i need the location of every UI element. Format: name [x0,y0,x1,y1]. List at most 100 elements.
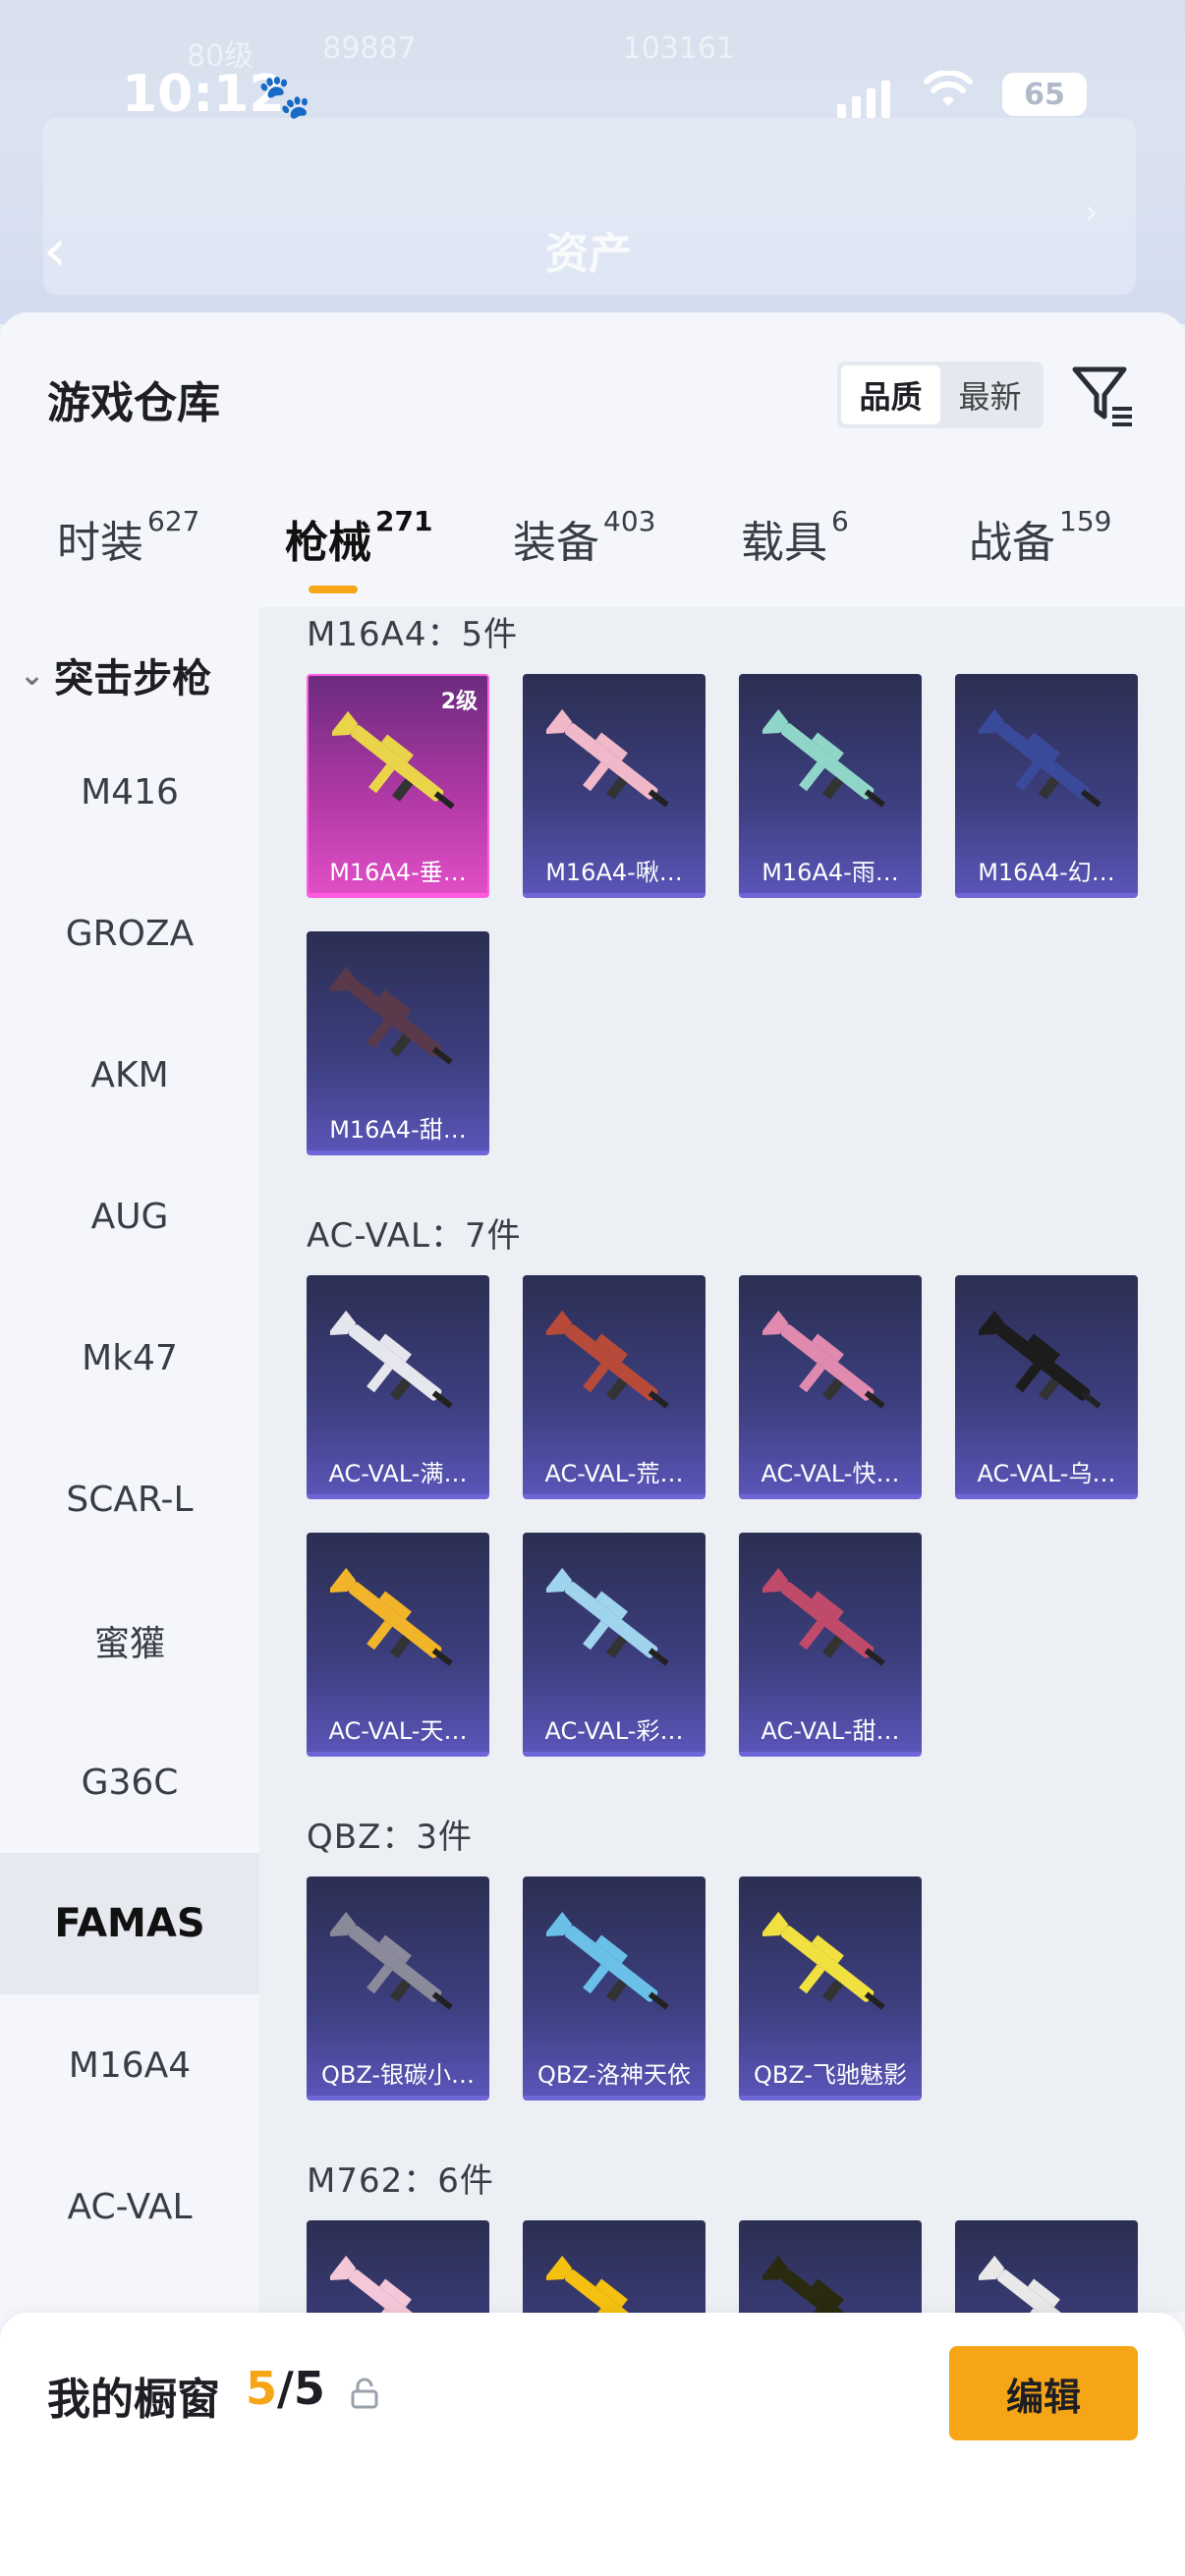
sidebar-item[interactable]: AC-VAL [0,2136,259,2277]
weapon-card[interactable] [523,2220,705,2313]
tab-gear[interactable]: 装备 403 [513,505,656,570]
rifle-icon [330,1911,453,2010]
weapon-card[interactable]: AC-VAL-乌… [955,1275,1138,1499]
sort-toggle: 品质 最新 [837,362,1044,428]
tab-guns[interactable]: 枪械 271 [285,505,432,570]
weapon-name: QBZ-飞驰魅影 [753,2061,908,2089]
active-tab-indicator [309,586,358,593]
weapon-name: AC-VAL-彩… [544,1717,684,1745]
sidebar-category-label: 突击步枪 [54,656,212,701]
sort-newest-button[interactable]: 最新 [940,365,1040,424]
rifle-icon [330,2255,442,2313]
weapon-card[interactable]: AC-VAL-甜… [739,1533,922,1757]
weapon-card[interactable]: M16A4-雨… [739,674,922,898]
rifle-icon [979,2255,1091,2313]
sidebar-item[interactable]: Mk47 [0,1287,259,1428]
group-title: M16A4：5件 [307,615,519,654]
category-tabs: 时装 627 枪械 271 装备 403 载具 6 战备 159 [0,493,1185,611]
weapon-card[interactable]: AC-VAL-荒… [523,1275,705,1499]
weapon-name: M16A4-甜… [329,1116,467,1144]
rifle-icon [546,1567,669,1666]
weapon-card[interactable] [307,2220,489,2313]
chevron-down-icon: ⌄ [20,657,45,693]
tab-count: 159 [1059,505,1112,537]
weapon-card[interactable]: M16A4-啾… [523,674,705,898]
weapon-name: AC-VAL-甜… [761,1717,900,1745]
weapon-card[interactable]: AC-VAL-彩… [523,1533,705,1757]
showcase-count: 5/5 [246,2362,325,2415]
paw-icon: 🐾 [257,72,311,122]
weapon-name: M16A4-垂… [329,859,467,886]
sidebar-item[interactable]: AUG [0,1146,259,1287]
weapon-name: AC-VAL-荒… [544,1460,684,1487]
lock-icon [351,2378,378,2409]
weapon-card[interactable] [739,2220,922,2313]
tab-label: 枪械 [285,518,371,568]
sidebar-item[interactable]: FAMAS [0,1853,259,1994]
group-title: M762：6件 [307,2161,494,2201]
sidebar-item[interactable]: AKM [0,1004,259,1146]
tab-label: 战备 [969,518,1055,568]
rifle-icon [762,2255,875,2313]
tab-label: 载具 [741,518,827,568]
tab-count: 6 [831,505,849,537]
rifle-icon [546,1310,669,1409]
sidebar-item[interactable]: 蜜獾 [0,1570,259,1711]
level-badge: 2级 [440,690,478,714]
weapon-card[interactable]: M16A4-幻… [955,674,1138,898]
showcase-label: 我的橱窗 [47,2375,220,2425]
tab-label: 时装 [57,518,143,568]
weapon-sidebar: ⌄ 突击步枪 M416 GROZA AKM AUG Mk47 SCAR-L 蜜獾 G36C FA… [0,607,259,2576]
weapon-grid: M16A4：5件 2级 M16A4-垂… M16A4-啾… M16A4-雨… M16A4-… [259,607,1185,2313]
rifle-icon [330,1567,453,1666]
sidebar-item[interactable]: M416 [0,721,259,863]
showcase-current: 5 [246,2362,278,2415]
rifle-icon [762,1310,885,1409]
back-arrow-icon: ‹ [43,216,67,285]
weapon-name: M16A4-雨… [762,859,899,886]
sort-quality-button[interactable]: 品质 [841,365,940,424]
weapon-name: M16A4-啾… [545,859,683,886]
weapon-card[interactable]: AC-VAL-天… [307,1533,489,1757]
tab-vehicles[interactable]: 载具 6 [741,505,849,570]
tab-count: 403 [603,505,656,537]
weapon-card[interactable]: QBZ-飞驰魅影 [739,1876,922,2100]
showcase-bar: 我的橱窗 5/5 编辑 [0,2313,1185,2576]
weapon-card[interactable]: AC-VAL-快… [739,1275,922,1499]
status-bar: 10:12 🐾 65 [0,61,1185,130]
rifle-icon [546,2255,658,2313]
weapon-card[interactable] [955,2220,1138,2313]
weapon-name: M16A4-幻… [978,859,1115,886]
rifle-icon [979,1310,1101,1409]
weapon-name: AC-VAL-快… [761,1460,900,1487]
tab-label: 装备 [513,518,599,568]
weapon-name: QBZ-洛神天依 [536,2061,692,2089]
tab-supplies[interactable]: 战备 159 [969,505,1112,570]
rifle-icon [762,708,885,808]
rifle-icon [546,708,669,808]
sidebar-category-header[interactable]: ⌄ 突击步枪 [20,646,211,703]
chevron-right-icon: › [1085,193,1099,232]
sidebar-item[interactable]: M16A4 [0,1994,259,2136]
warehouse-sheet: 游戏仓库 品质 最新 时装 627 枪械 271 装备 403 载具 6 战备 159 ⌄… [0,312,1185,2576]
edit-button[interactable]: 编辑 [949,2346,1138,2440]
weapon-name: AC-VAL-乌… [977,1460,1116,1487]
weapon-card[interactable]: QBZ-洛神天依 [523,1876,705,2100]
weapon-card[interactable]: AC-VAL-满… [307,1275,489,1499]
ghost-page-title: 资产 [545,229,632,279]
weapon-name: AC-VAL-天… [328,1717,468,1745]
weapon-card[interactable]: QBZ-银碳小… [307,1876,489,2100]
filter-icon[interactable] [1069,360,1136,430]
sheet-title: 游戏仓库 [47,378,220,428]
sidebar-item[interactable]: GROZA [0,863,259,1004]
signal-icon [837,79,890,118]
tab-count: 627 [147,505,200,537]
sidebar-item[interactable]: SCAR-L [0,1428,259,1570]
weapon-card[interactable]: 2级 M16A4-垂… [307,674,489,898]
tab-outfits[interactable]: 时装 627 [57,505,200,570]
sidebar-item[interactable]: G36C [0,1711,259,1853]
showcase-total: /5 [277,2362,325,2415]
battery-indicator: 65 [1002,73,1087,116]
weapon-card[interactable]: M16A4-甜… [307,931,489,1155]
rifle-icon [332,710,455,810]
